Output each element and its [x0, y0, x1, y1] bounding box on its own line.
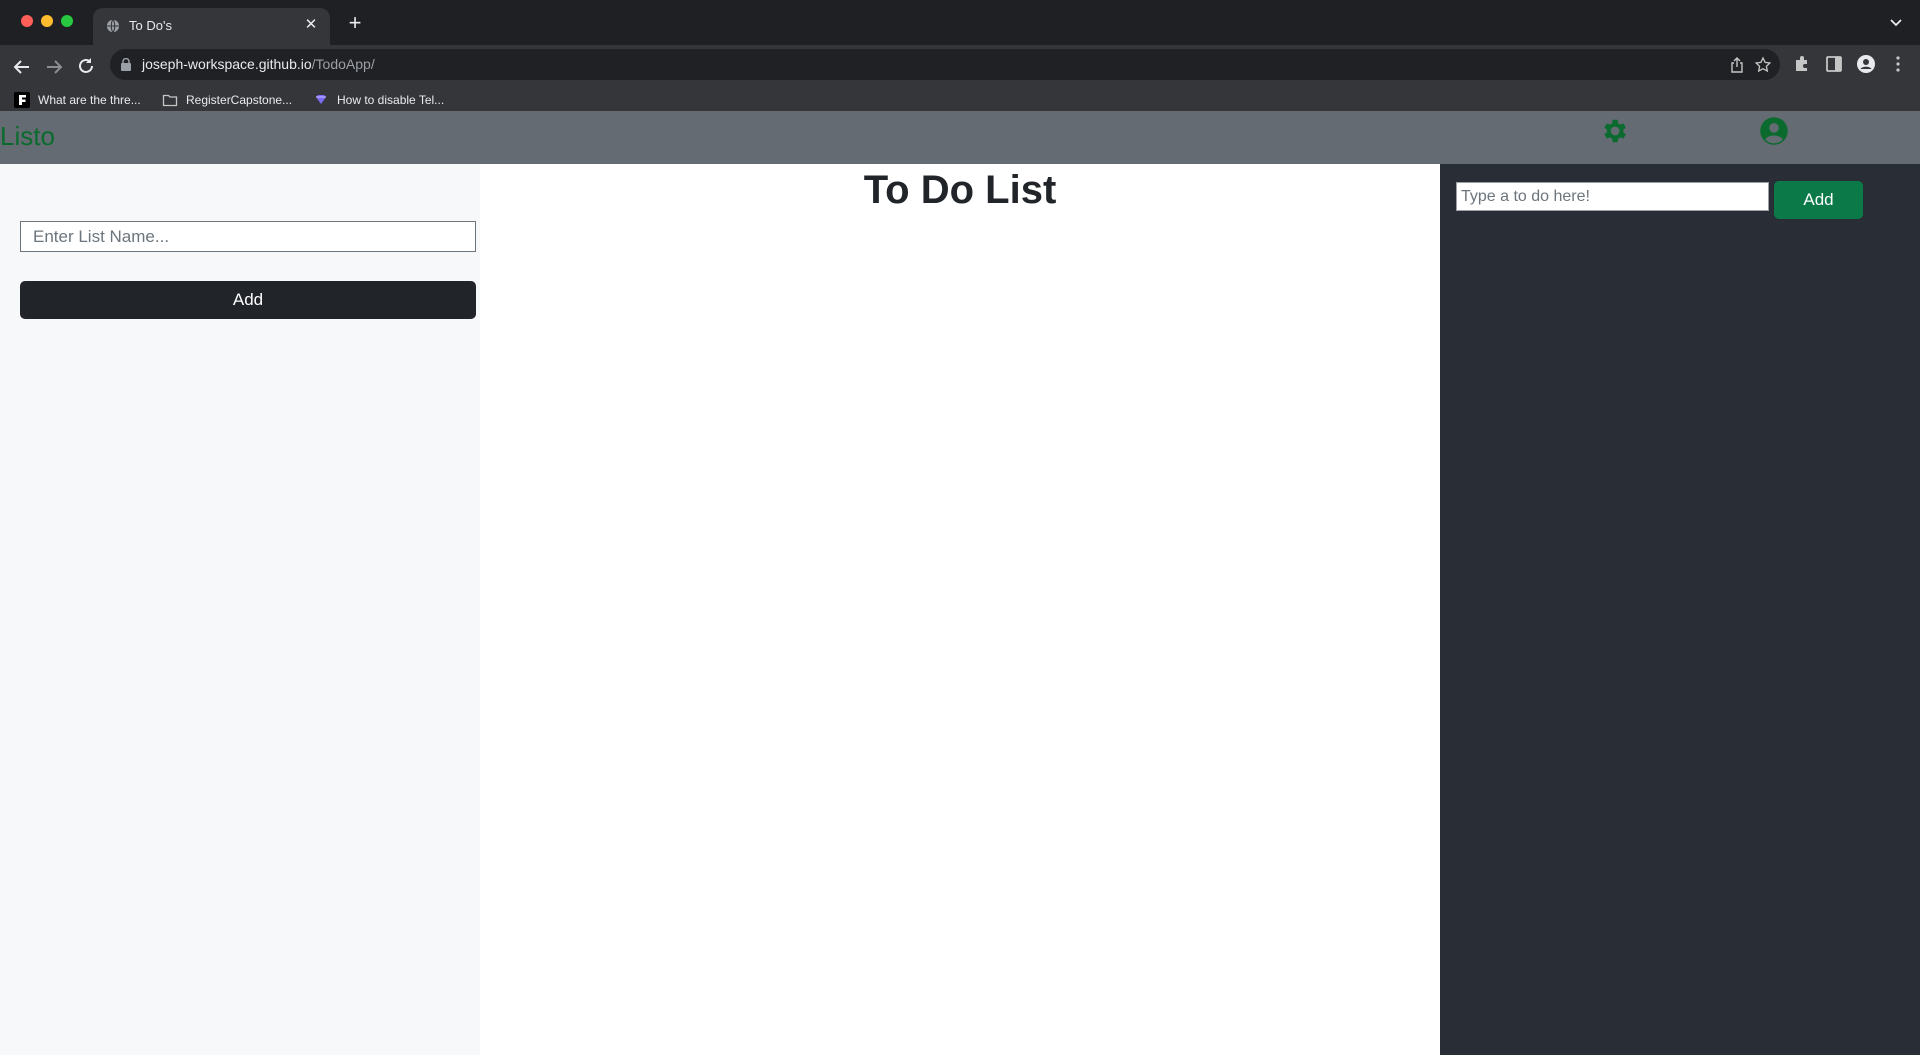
- kebab-menu-icon[interactable]: [1888, 54, 1908, 74]
- tab-title: To Do's: [129, 18, 172, 33]
- profile-avatar-icon[interactable]: [1856, 54, 1876, 74]
- bookmark-label: RegisterCapstone...: [186, 93, 293, 107]
- url-host: joseph-workspace.github.io: [142, 56, 312, 72]
- side-panel-icon[interactable]: [1824, 54, 1844, 74]
- globe-icon: [106, 19, 120, 33]
- bookmark-label: How to disable Tel...: [337, 93, 445, 107]
- todo-main-panel: To Do List: [480, 164, 1440, 1055]
- url-text: joseph-workspace.github.io/TodoApp/: [142, 56, 375, 72]
- reload-icon[interactable]: [72, 53, 100, 81]
- gear-icon[interactable]: [1599, 116, 1629, 146]
- bookmark-item[interactable]: RegisterCapstone...: [162, 91, 292, 109]
- bookmark-label: What are the thre...: [38, 93, 141, 107]
- folder-icon: [162, 94, 178, 107]
- forward-arrow-icon[interactable]: [40, 53, 68, 81]
- browser-tab[interactable]: To Do's ✕: [93, 8, 330, 45]
- f-logo-icon: [14, 92, 30, 108]
- app-brand[interactable]: Listo: [0, 121, 55, 152]
- add-todo-panel: Add: [1440, 164, 1920, 1055]
- add-todo-button[interactable]: Add: [1774, 181, 1863, 219]
- lock-icon[interactable]: [120, 58, 132, 71]
- page-title: To Do List: [863, 168, 1057, 212]
- browser-toolbar: joseph-workspace.github.io/TodoApp/ What…: [0, 45, 1920, 119]
- maximize-window-button[interactable]: [61, 15, 73, 27]
- bookmark-item[interactable]: How to disable Tel...: [313, 91, 444, 109]
- bookmark-star-icon[interactable]: [1754, 56, 1772, 74]
- web-page: Listo Add To Do List Add: [0, 111, 1920, 1055]
- user-circle-icon[interactable]: [1759, 116, 1789, 146]
- bookmark-item[interactable]: What are the thre...: [14, 91, 141, 109]
- minimize-window-button[interactable]: [41, 15, 53, 27]
- app-navbar: Listo: [0, 111, 1920, 164]
- url-path: /TodoApp/: [311, 56, 375, 72]
- todo-input[interactable]: [1456, 182, 1769, 211]
- share-icon[interactable]: [1728, 56, 1746, 74]
- chevron-down-icon[interactable]: [1888, 14, 1904, 30]
- list-name-input[interactable]: [20, 221, 476, 252]
- browser-tab-bar: To Do's ✕ +: [0, 0, 1920, 45]
- extensions-puzzle-icon[interactable]: [1792, 54, 1812, 74]
- close-window-button[interactable]: [21, 15, 33, 27]
- new-tab-icon[interactable]: +: [345, 12, 365, 34]
- tab-close-icon[interactable]: ✕: [302, 16, 320, 34]
- lists-sidebar: Add: [0, 164, 480, 1055]
- gem-icon: [316, 95, 326, 104]
- add-list-button[interactable]: Add: [20, 281, 476, 319]
- address-bar[interactable]: joseph-workspace.github.io/TodoApp/: [110, 49, 1780, 80]
- back-arrow-icon[interactable]: [8, 53, 36, 81]
